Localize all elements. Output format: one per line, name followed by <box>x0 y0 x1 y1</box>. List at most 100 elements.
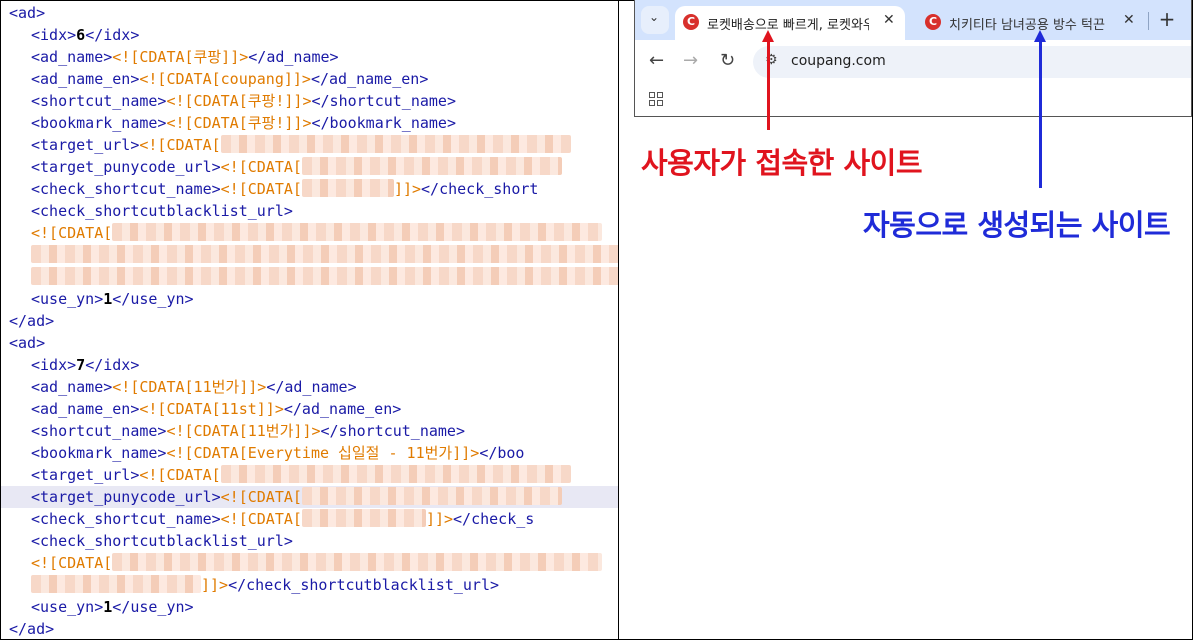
xml-line: <target_url><![CDATA[ <box>1 464 618 486</box>
tab-title: 로켓배송으로 빠르게, 로켓와우 <box>707 18 869 33</box>
xml-tag: </ad> <box>9 312 55 330</box>
xml-line: <![CDATA[ <box>1 222 618 244</box>
xml-tag: <shortcut_name> <box>31 422 167 440</box>
xml-tag: <check_shortcutblacklist_url> <box>31 532 293 550</box>
xml-tag: <check_shortcut_name> <box>31 510 221 528</box>
xml-line: <check_shortcutblacklist_url> <box>1 530 618 552</box>
xml-cdata: <![CDATA[ <box>220 180 302 198</box>
chevron-down-icon: ⌄ <box>649 10 660 24</box>
xml-cdata: <![CDATA[ <box>139 136 221 154</box>
xml-line-highlighted: <target_punycode_url><![CDATA[ <box>1 486 618 508</box>
xml-tag: <shortcut_name> <box>31 92 167 110</box>
xml-line: </ad> <box>1 310 618 332</box>
red-arrow-head-icon <box>762 30 774 42</box>
xml-cdata: <![CDATA[Everytime 십일절 - 11번가]]> <box>166 444 480 462</box>
xml-tag: <use_yn> <box>31 598 104 616</box>
reload-icon[interactable]: ↻ <box>720 50 735 71</box>
xml-tag: <check_shortcut_name> <box>31 180 221 198</box>
xml-tag: </bookmark_name> <box>311 114 456 132</box>
redacted-block <box>220 465 571 483</box>
xml-tag: <target_url> <box>31 466 140 484</box>
xml-cdata: <![CDATA[ <box>220 158 302 176</box>
xml-cdata: <![CDATA[coupang]]> <box>139 70 311 88</box>
redacted-block <box>301 179 394 197</box>
xml-cdata: <![CDATA[11번가]]> <box>166 422 321 440</box>
xml-tag: <idx> <box>31 26 77 44</box>
xml-tag: </check_shortcutblacklist_url> <box>228 576 500 594</box>
browser-window: ⌄ C 로켓배송으로 빠르게, 로켓와우 ✕ C 치키티타 남녀공용 방수 턱끈… <box>634 0 1192 117</box>
xml-cdata: <![CDATA[ <box>31 224 113 242</box>
xml-tag: <check_shortcutblacklist_url> <box>31 202 293 220</box>
xml-tag: <target_punycode_url> <box>31 158 221 176</box>
xml-tag: </use_yn> <box>112 290 194 308</box>
xml-cdata: <![CDATA[쿠팡]]> <box>112 48 249 66</box>
xml-value: 6 <box>76 26 86 44</box>
xml-cdata: <![CDATA[ <box>220 488 302 506</box>
xml-tag: </ad> <box>9 620 55 638</box>
xml-tag: <ad> <box>9 334 46 352</box>
xml-tag: </ad_name> <box>248 48 339 66</box>
xml-tag: <bookmark_name> <box>31 444 167 462</box>
xml-line: <check_shortcut_name><![CDATA[]]></check… <box>1 508 618 530</box>
redacted-block <box>31 575 201 593</box>
tab-generated[interactable]: C 치키티타 남녀공용 방수 턱끈 스 ✕ <box>917 6 1142 40</box>
xml-tag: <idx> <box>31 356 77 374</box>
xml-tag: <ad_name_en> <box>31 70 140 88</box>
redacted-block <box>31 245 618 263</box>
xml-line: <ad_name_en><![CDATA[coupang]]></ad_name… <box>1 68 618 90</box>
xml-cdata: <![CDATA[11번가]]> <box>112 378 267 396</box>
xml-cdata: <![CDATA[ <box>31 554 113 572</box>
annotation-user-site: 사용자가 접속한 사이트 <box>641 146 923 180</box>
xml-tag: <ad_name_en> <box>31 400 140 418</box>
address-bar[interactable]: ⚙ coupang.com <box>753 46 1191 78</box>
xml-tag: </shortcut_name> <box>311 92 456 110</box>
xml-cdata: ]]> <box>393 180 422 198</box>
back-arrow-icon[interactable]: ← <box>649 50 664 71</box>
xml-tag: </boo <box>479 444 525 462</box>
xml-line: </ad> <box>1 618 618 639</box>
forward-arrow-icon[interactable]: → <box>683 50 698 71</box>
xml-cdata: ]]> <box>201 576 229 594</box>
xml-tag: <ad_name> <box>31 48 113 66</box>
url-text[interactable]: coupang.com <box>791 53 886 69</box>
xml-line: <ad_name><![CDATA[11번가]]></ad_name> <box>1 376 618 398</box>
close-icon[interactable]: ✕ <box>1123 12 1135 28</box>
redacted-block <box>301 157 562 175</box>
redacted-block <box>301 509 426 527</box>
xml-tag: </ad_name_en> <box>310 70 429 88</box>
xml-tag: </ad_name> <box>266 378 357 396</box>
red-arrow-shaft <box>767 36 770 130</box>
xml-line: <check_shortcut_name><![CDATA[ ]]></check… <box>1 178 618 200</box>
redacted-block <box>112 553 603 571</box>
xml-cdata: <![CDATA[ <box>220 510 302 528</box>
xml-line: <idx>6</idx> <box>1 24 618 46</box>
xml-tag: </use_yn> <box>112 598 194 616</box>
tab-coupang-active[interactable]: C 로켓배송으로 빠르게, 로켓와우 ✕ <box>675 6 905 40</box>
apps-grid-icon[interactable] <box>649 92 663 106</box>
close-icon[interactable]: ✕ <box>883 12 895 28</box>
xml-viewer: <ad> <idx>6</idx> <ad_name><![CDATA[쿠팡]]… <box>1 1 618 639</box>
xml-tag: <use_yn> <box>31 290 104 308</box>
xml-line: <![CDATA[ <box>1 552 618 574</box>
xml-line: <bookmark_name><![CDATA[쿠팡!]]></bookmark… <box>1 112 618 134</box>
xml-line: ]]></check_shortcutblacklist_url> <box>1 574 618 596</box>
xml-tag: <bookmark_name> <box>31 114 167 132</box>
browser-toolbar: ← → ↻ ⚙ coupang.com <box>635 40 1191 84</box>
xml-cdata: <![CDATA[쿠팡!]]> <box>166 92 312 110</box>
coupang-favicon-icon: C <box>683 14 699 30</box>
blue-arrow-shaft <box>1039 36 1042 188</box>
tab-title: 치키티타 남녀공용 방수 턱끈 스 <box>949 18 1107 33</box>
new-tab-button[interactable]: + <box>1155 8 1179 32</box>
tab-search-button[interactable]: ⌄ <box>641 6 669 34</box>
xml-value: 1 <box>103 598 113 616</box>
annotation-auto-site: 자동으로 생성되는 사이트 <box>863 208 1171 242</box>
xml-line <box>1 244 618 266</box>
xml-tag: </ad_name_en> <box>283 400 402 418</box>
tab-separator <box>1148 12 1149 30</box>
redacted-block <box>301 487 562 505</box>
xml-line: <use_yn>1</use_yn> <box>1 596 618 618</box>
xml-tag: <target_url> <box>31 136 140 154</box>
bookmarks-bar <box>635 84 1191 116</box>
coupang-favicon-icon: C <box>925 14 941 30</box>
xml-tag: </check_short <box>421 180 539 198</box>
